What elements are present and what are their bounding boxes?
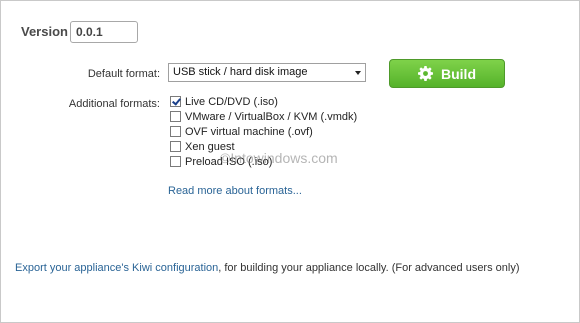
footer-rest-text: , for building your appliance locally. (… xyxy=(218,262,520,274)
watermark-text: ©Intowindows.com xyxy=(220,150,338,166)
checkbox[interactable] xyxy=(170,111,181,122)
default-format-label: Default format: xyxy=(87,68,160,80)
additional-formats-label: Additional formats: xyxy=(68,98,160,110)
build-button-label: Build xyxy=(441,65,476,82)
checkbox-checked[interactable] xyxy=(170,96,181,107)
checkbox[interactable] xyxy=(170,156,181,167)
format-option-label: OVF virtual machine (.ovf) xyxy=(185,125,313,138)
format-option-ovf[interactable]: OVF virtual machine (.ovf) xyxy=(170,124,357,139)
checkbox[interactable] xyxy=(170,126,181,137)
dropdown-arrow-icon xyxy=(355,71,361,75)
format-option-live-cd[interactable]: Live CD/DVD (.iso) xyxy=(170,94,357,109)
version-input[interactable] xyxy=(70,21,138,43)
checkbox[interactable] xyxy=(170,141,181,152)
gear-icon xyxy=(418,66,433,81)
format-option-label: VMware / VirtualBox / KVM (.vmdk) xyxy=(185,110,358,123)
format-option-vmware[interactable]: VMware / VirtualBox / KVM (.vmdk) xyxy=(170,109,357,124)
footer-text: Export your appliance's Kiwi configurati… xyxy=(15,262,520,274)
read-more-formats-link[interactable]: Read more about formats... xyxy=(168,185,302,197)
default-format-selected: USB stick / hard disk image xyxy=(173,66,308,78)
build-button[interactable]: Build xyxy=(389,59,505,88)
format-option-label: Live CD/DVD (.iso) xyxy=(185,95,278,108)
export-kiwi-config-link[interactable]: Export your appliance's Kiwi configurati… xyxy=(15,262,218,274)
default-format-select[interactable]: USB stick / hard disk image xyxy=(168,63,366,82)
version-label: Version xyxy=(21,24,68,39)
